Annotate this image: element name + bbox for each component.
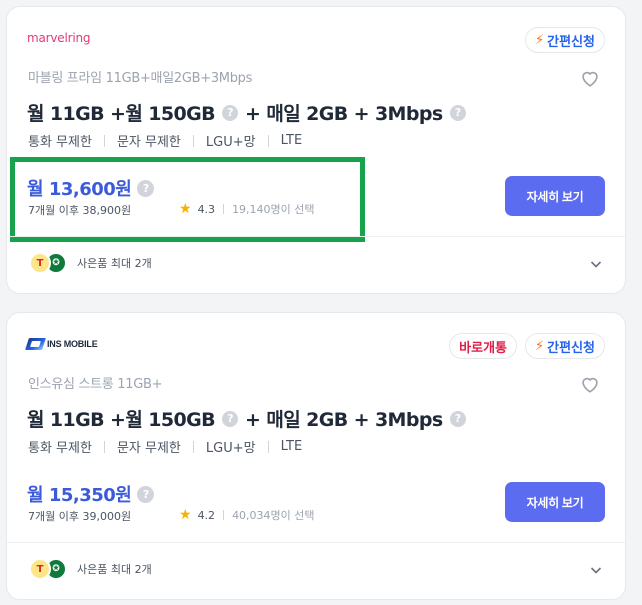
badge-label: 간편신청 <box>547 340 595 356</box>
price-value: 월 15,350원 <box>27 485 132 506</box>
monthly-price: 월 15,350원 ? <box>27 481 155 507</box>
logo-text: INS MOBILE <box>47 339 98 349</box>
badge-label: 바로개통 <box>459 340 508 356</box>
star-icon: ★ <box>179 507 192 523</box>
logo-mark <box>25 338 46 350</box>
plan-subtitle: 인스유심 스트롱 11GB+ <box>28 377 163 392</box>
gift-brand-icon: T <box>29 558 51 580</box>
carrier-logo: marvelring <box>27 29 90 47</box>
badge-label: 간편신청 <box>547 34 595 50</box>
title-daily-part: + 매일 2GB + 3Mbps <box>244 103 443 125</box>
divider <box>192 134 194 147</box>
divider <box>267 134 269 147</box>
plan-title: 월 11GB +월 150GB ? + 매일 2GB + 3Mbps ? <box>27 405 466 432</box>
feature-list: 통화 무제한 문자 무제한 LGU+망 LTE <box>28 131 302 150</box>
after-price: 7개월 이후 39,000원 <box>28 510 132 523</box>
question-icon[interactable]: ? <box>137 179 155 197</box>
ins-mobile-logo: INS MOBILE <box>25 338 98 350</box>
feature-item: LGU+망 <box>205 135 256 150</box>
title-daily-part: + 매일 2GB + 3Mbps <box>244 409 443 431</box>
feature-item: 통화 무제한 <box>28 135 92 150</box>
view-details-button[interactable]: 자세히 보기 <box>505 176 605 216</box>
divider <box>103 134 105 147</box>
view-details-button[interactable]: 자세히 보기 <box>505 482 605 522</box>
plan-card[interactable]: INS MOBILE 바로개통 ⚡ 간편신청 인스유심 스트롱 11GB+ 월 … <box>6 312 626 600</box>
star-icon: ★ <box>179 201 192 217</box>
divider <box>103 440 105 453</box>
chevron-down-icon[interactable] <box>589 563 603 577</box>
gift-brand-icon: T <box>29 252 51 274</box>
price-value: 월 13,600원 <box>27 179 132 200</box>
monthly-price: 월 13,600원 ? <box>27 175 155 201</box>
after-price: 7개월 이후 38,900원 <box>28 204 132 217</box>
gift-label: 사은품 최대 2개 <box>77 257 152 270</box>
easy-apply-badge: ⚡ 간편신청 <box>525 27 605 53</box>
divider <box>267 440 269 453</box>
rating-row: ★ 4.2 40,034명이 선택 <box>179 507 315 523</box>
bolt-icon: ⚡ <box>535 32 545 48</box>
feature-item: LGU+망 <box>205 441 256 456</box>
question-icon[interactable]: ? <box>221 104 238 121</box>
rating-row: ★ 4.3 19,140명이 선택 <box>179 201 315 217</box>
title-data-part: 월 11GB +월 150GB <box>27 409 216 431</box>
heart-icon[interactable] <box>579 67 601 89</box>
feature-item: LTE <box>280 439 303 454</box>
feature-item: 문자 무제한 <box>116 135 181 150</box>
card-divider <box>7 542 625 543</box>
feature-item: 문자 무제한 <box>116 441 181 456</box>
question-icon[interactable]: ? <box>137 485 155 503</box>
plan-subtitle: 마블링 프라임 11GB+매일2GB+3Mbps <box>28 71 253 86</box>
title-data-part: 월 11GB +월 150GB <box>27 103 216 125</box>
carrier-logo: INS MOBILE <box>25 335 98 353</box>
plan-card[interactable]: marvelring ⚡ 간편신청 마블링 프라임 11GB+매일2GB+3Mb… <box>6 6 626 294</box>
bolt-icon: ⚡ <box>535 338 545 354</box>
question-icon[interactable]: ? <box>221 410 238 427</box>
marvelring-logo: marvelring <box>27 31 91 45</box>
chevron-down-icon[interactable] <box>589 257 603 271</box>
gift-label: 사은품 최대 2개 <box>77 563 152 576</box>
divider <box>192 440 194 453</box>
feature-item: LTE <box>280 133 303 148</box>
instant-open-badge: 바로개통 <box>449 333 518 359</box>
selected-count: 40,034명이 선택 <box>232 509 315 522</box>
question-icon[interactable]: ? <box>449 104 466 121</box>
badge-group: 바로개통 ⚡ 간편신청 <box>449 333 605 359</box>
gift-row[interactable]: T ✪ 사은품 최대 2개 <box>29 252 152 274</box>
easy-apply-badge: ⚡ 간편신청 <box>525 333 605 359</box>
card-divider <box>7 236 625 237</box>
badge-group: ⚡ 간편신청 <box>525 27 605 53</box>
rating-value: 4.3 <box>197 202 216 216</box>
selected-count: 19,140명이 선택 <box>232 203 315 216</box>
feature-list: 통화 무제한 문자 무제한 LGU+망 LTE <box>28 437 302 456</box>
plan-title: 월 11GB +월 150GB ? + 매일 2GB + 3Mbps ? <box>27 99 466 126</box>
rating-value: 4.2 <box>197 508 216 522</box>
gift-row[interactable]: T ✪ 사은품 최대 2개 <box>29 558 152 580</box>
divider <box>223 510 225 520</box>
heart-icon[interactable] <box>579 373 601 395</box>
question-icon[interactable]: ? <box>449 410 466 427</box>
feature-item: 통화 무제한 <box>28 441 92 456</box>
divider <box>223 204 225 214</box>
